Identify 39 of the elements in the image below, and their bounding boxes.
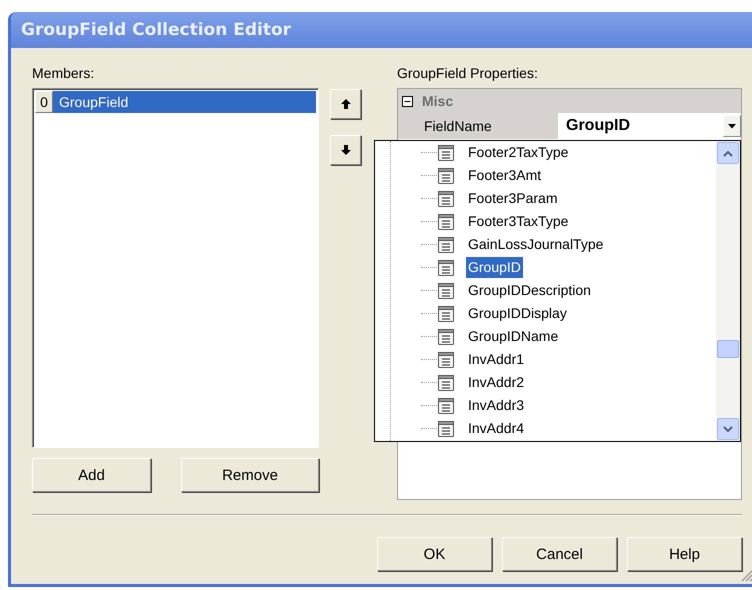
move-down-button[interactable] xyxy=(330,135,361,165)
category-name: Misc xyxy=(422,93,454,109)
arrow-down-icon xyxy=(340,144,352,156)
caret-icon xyxy=(728,124,736,128)
dialog-button[interactable]: Help xyxy=(627,537,742,571)
remove-button[interactable]: Remove xyxy=(181,458,319,492)
chevron-up-icon xyxy=(723,150,733,156)
property-value-field[interactable]: GroupID xyxy=(558,113,741,139)
field-option[interactable]: GroupIDDescription xyxy=(466,280,593,301)
field-option[interactable]: Footer3Amt xyxy=(466,165,544,186)
resize-grip-icon[interactable] xyxy=(739,568,752,582)
scroll-down-button[interactable] xyxy=(717,418,739,440)
dialog-button[interactable]: OK xyxy=(377,537,492,571)
field-option[interactable]: GroupIDDisplay xyxy=(466,303,569,324)
field-option[interactable]: InvAddr4 xyxy=(466,418,526,439)
properties-label: GroupField Properties: xyxy=(397,64,539,83)
add-button[interactable]: Add xyxy=(32,458,151,492)
field-option[interactable]: InvAddr2 xyxy=(466,372,526,393)
move-up-button[interactable] xyxy=(330,89,361,119)
field-option[interactable]: InvAddr1 xyxy=(466,349,526,370)
scrollbar-thumb[interactable] xyxy=(717,340,739,358)
field-option[interactable]: InvAddr3 xyxy=(466,395,526,416)
dialog-button[interactable]: Cancel xyxy=(502,537,617,571)
chevron-down-icon xyxy=(723,426,733,432)
field-option[interactable]: GainLossJournalType xyxy=(466,234,606,255)
members-label: Members: xyxy=(32,64,96,83)
member-index: 0 xyxy=(35,91,53,113)
arrow-up-icon xyxy=(340,98,352,110)
field-option[interactable]: Footer2TaxType xyxy=(466,142,570,163)
scroll-up-button[interactable] xyxy=(717,142,739,164)
window-title: GroupField Collection Editor xyxy=(21,20,292,40)
field-option[interactable]: Footer3Param xyxy=(466,188,560,209)
field-option[interactable]: Footer3TaxType xyxy=(466,211,570,232)
collapse-icon[interactable] xyxy=(402,96,413,106)
field-option[interactable]: GroupIDName xyxy=(466,326,560,347)
property-name: FieldName xyxy=(423,117,493,136)
field-option[interactable]: GroupID xyxy=(466,257,523,278)
dropdown-button[interactable] xyxy=(723,115,741,137)
member-item[interactable]: GroupField xyxy=(53,91,316,113)
